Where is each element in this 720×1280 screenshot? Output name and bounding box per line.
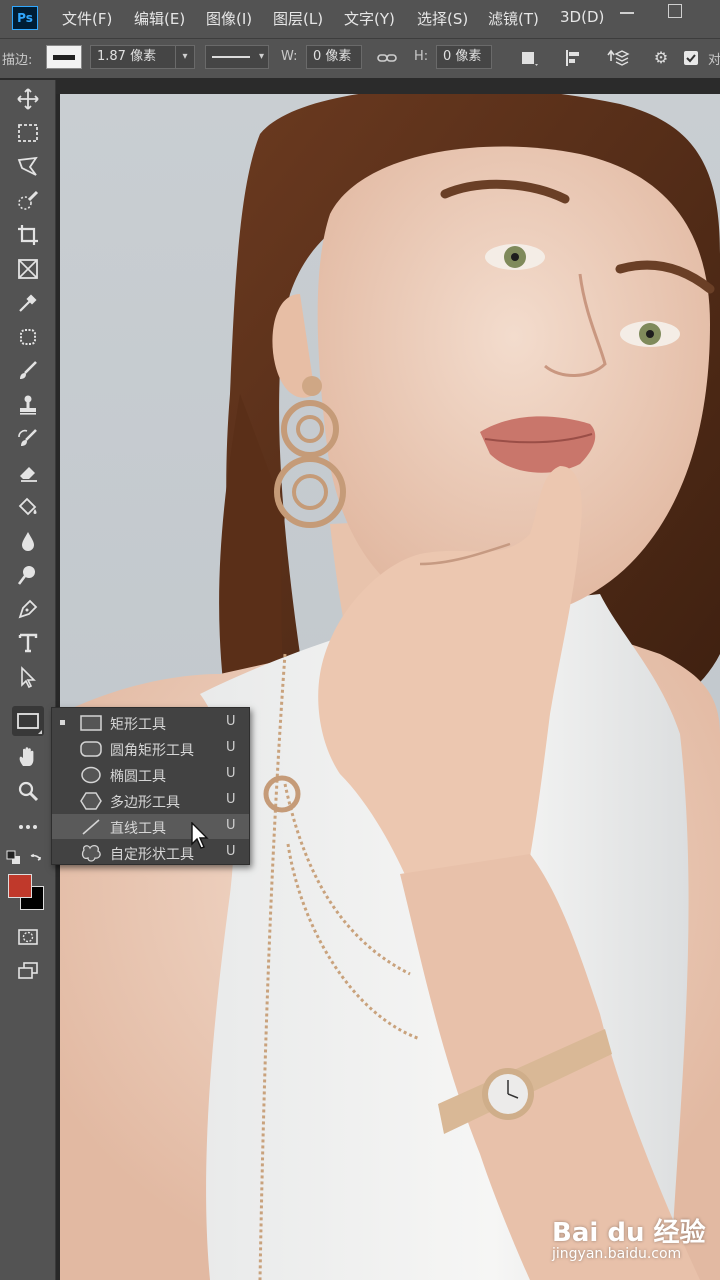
rectangle-icon [80,715,102,731]
polygon-icon [80,792,102,810]
document-canvas[interactable] [60,94,720,1280]
flyout-item-rounded-rectangle[interactable]: 圆角矩形工具 U [52,736,249,761]
eyedropper-tool[interactable] [12,288,44,318]
paint-bucket-tool[interactable] [12,492,44,522]
menu-select[interactable]: 选择(S) [417,8,468,29]
mouse-cursor-icon [191,822,209,849]
pen-tool[interactable] [12,594,44,624]
menu-layer[interactable]: 图层(L) [273,8,323,29]
move-tool[interactable] [12,84,44,114]
flyout-shortcut: U [226,740,236,755]
watermark-url: jingyan.baidu.com [552,1246,682,1262]
history-brush-tool[interactable] [12,424,44,454]
lasso-tool[interactable] [12,152,44,182]
edit-toolbar-icon[interactable] [12,812,44,842]
menu-3d[interactable]: 3D(D) [560,8,604,26]
flyout-shortcut: U [226,792,236,807]
restore-icon[interactable] [668,4,682,18]
document-tab-strip [0,78,720,94]
height-input[interactable]: 0 像素 [436,45,492,69]
swap-colors-icon[interactable] [28,850,46,868]
flyout-shortcut: U [226,766,236,781]
photoshop-logo: Ps [12,6,38,30]
menu-image[interactable]: 图像(I) [206,8,252,29]
link-icon[interactable] [376,47,398,69]
stroke-color-swatch[interactable] [46,45,82,69]
portrait-photo [60,94,720,1280]
chevron-down-icon: ▾ [258,51,264,62]
tool-group-indicator [38,730,42,734]
shape-tool-flyout: 矩形工具 U 圆角矩形工具 U 椭圆工具 U 多边形工具 U 直线工具 U 自定… [51,707,250,865]
selected-bullet-icon [60,720,65,725]
window-controls [620,4,700,20]
gear-icon[interactable]: ⚙ [650,47,672,69]
checkbox-icon[interactable] [680,47,702,69]
flyout-label: 自定形状工具 [110,847,194,863]
rectangle-tool[interactable] [12,706,44,736]
path-operations-icon[interactable] [518,47,540,69]
foreground-color-swatch[interactable] [8,874,32,898]
stroke-width-input[interactable]: 1.87 像素 [90,45,176,69]
chevron-down-icon[interactable]: ▾ [175,45,195,69]
quick-selection-tool[interactable] [12,186,44,216]
stroke-type-dropdown[interactable]: ▾ [205,45,269,69]
path-selection-tool[interactable] [12,662,44,692]
default-colors-icon[interactable] [6,850,22,866]
minimize-icon[interactable] [620,4,634,14]
screen-mode-icon[interactable] [12,956,44,986]
width-input[interactable]: 0 像素 [306,45,362,69]
menu-filter[interactable]: 滤镜(T) [488,8,539,29]
flyout-shortcut: U [226,818,236,833]
width-label: W: [281,49,298,64]
eraser-tool[interactable] [12,458,44,488]
flyout-item-polygon[interactable]: 多边形工具 U [52,788,249,813]
marquee-tool[interactable] [12,118,44,148]
align-edges-label: 对 [708,53,720,68]
flyout-item-line[interactable]: 直线工具 U [52,814,249,839]
blur-tool[interactable] [12,526,44,556]
healing-brush-tool[interactable] [12,322,44,352]
path-alignment-icon[interactable] [562,47,584,69]
quick-mask-icon[interactable] [12,922,44,952]
menu-bar: Ps 文件(F) 编辑(E) 图像(I) 图层(L) 文字(Y) 选择(S) 滤… [0,0,720,38]
flyout-label: 多边形工具 [110,795,180,811]
type-tool[interactable] [12,628,44,658]
flyout-item-custom-shape[interactable]: 自定形状工具 U [52,840,249,865]
flyout-item-ellipse[interactable]: 椭圆工具 U [52,762,249,787]
stroke-label: 描边: [2,53,33,68]
menu-type[interactable]: 文字(Y) [344,8,395,29]
zoom-tool[interactable] [12,776,44,806]
ellipse-icon [81,766,101,784]
height-label: H: [414,49,429,64]
custom-shape-icon [81,844,101,862]
watermark-brand: Bai du 经验 [552,1218,706,1248]
tools-panel [0,80,56,1280]
flyout-shortcut: U [226,714,236,729]
menu-edit[interactable]: 编辑(E) [134,8,185,29]
dodge-tool[interactable] [12,560,44,590]
flyout-label: 直线工具 [110,821,166,837]
rounded-rectangle-icon [80,741,102,757]
flyout-label: 矩形工具 [110,717,166,733]
line-icon [82,819,100,835]
flyout-shortcut: U [226,844,236,859]
watermark: Bai du 经验 jingyan.baidu.com [552,1206,712,1276]
crop-tool[interactable] [12,220,44,250]
options-bar: 描边: 1.87 像素 ▾ ▾ W: 0 像素 H: 0 像素 ⚙ 对 [0,38,720,78]
brush-tool[interactable] [12,356,44,386]
path-arrangement-icon[interactable] [606,47,630,69]
line-style-icon [212,56,250,58]
flyout-label: 圆角矩形工具 [110,743,194,759]
flyout-item-rectangle[interactable]: 矩形工具 U [52,710,249,735]
clone-stamp-tool[interactable] [12,390,44,420]
hand-tool[interactable] [12,742,44,772]
frame-tool[interactable] [12,254,44,284]
flyout-label: 椭圆工具 [110,769,166,785]
menu-file[interactable]: 文件(F) [62,8,112,29]
